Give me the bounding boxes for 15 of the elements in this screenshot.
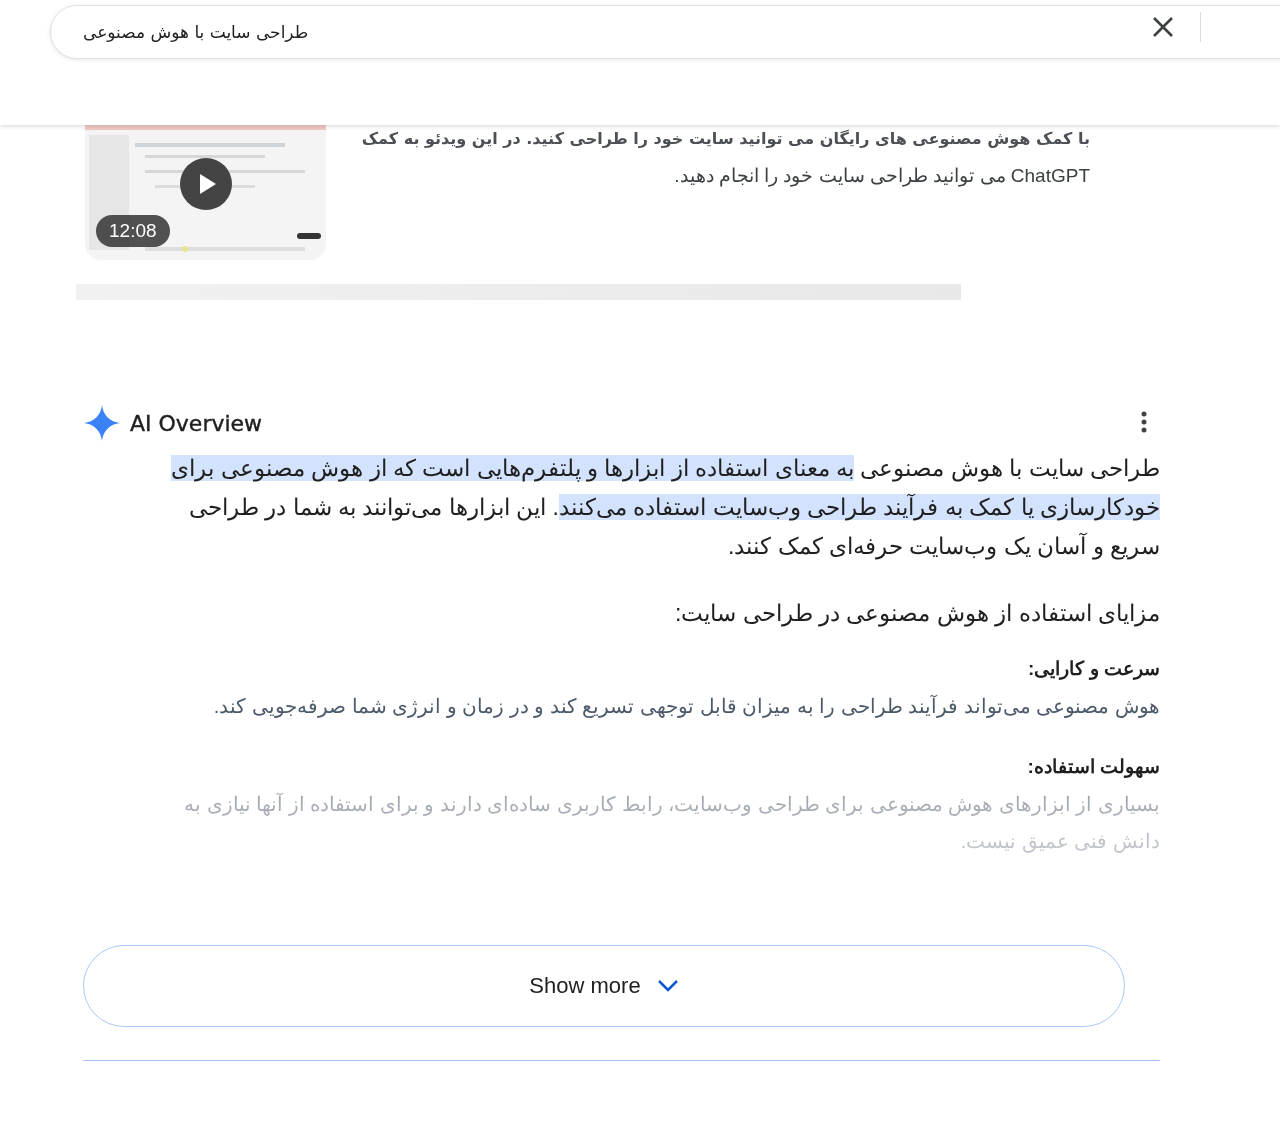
show-more-button[interactable]: Show more — [83, 945, 1125, 1027]
benefit-text: هوش مصنوعی می‌تواند فرآیند طراحی را به میزان قابل توجهی تسریع کند و در زمان و انرژی شما صرفه‌جویی کند. — [212, 694, 1160, 720]
benefit-title: سهولت استفاده: — [1026, 755, 1160, 778]
more-options-icon[interactable] — [1140, 411, 1148, 433]
video-description: ChatGPT می توانید طراحی سایت خود را انجام دهید. — [673, 164, 1090, 189]
play-icon[interactable] — [180, 158, 232, 210]
sparkle-icon — [84, 405, 120, 441]
search-field[interactable]: طراحی سایت با هوش مصنوعی — [50, 5, 1280, 59]
video-description: با کمک هوش مصنوعی های رایگان می توانید سایت خود را طراحی کنید. در این ویدئو به کمک — [360, 128, 1090, 150]
chevron-down-icon — [656, 979, 679, 993]
overview-paragraph: طراحی سایت با هوش مصنوعی به معنای استفاده از ابزارها و پلتفرم‌هایی است که از هوش مصنوعی برای خودکارسازی یا کمک به فرآیند طراحی وب‌سایت استفاده می‌کنند. این ابزارها می‌توانند به شما در طراحی سریع و آسان یک وب‌سایت حرفه‌ای کمک کنند. — [170, 454, 1160, 562]
benefit-title: سرعت و کارایی: — [1027, 657, 1160, 680]
overview-heading: مزایای استفاده از هوش مصنوعی در طراحی سایت: — [673, 600, 1160, 627]
video-duration: 12:08 — [96, 215, 170, 247]
section-title: AI Overview — [130, 410, 263, 436]
